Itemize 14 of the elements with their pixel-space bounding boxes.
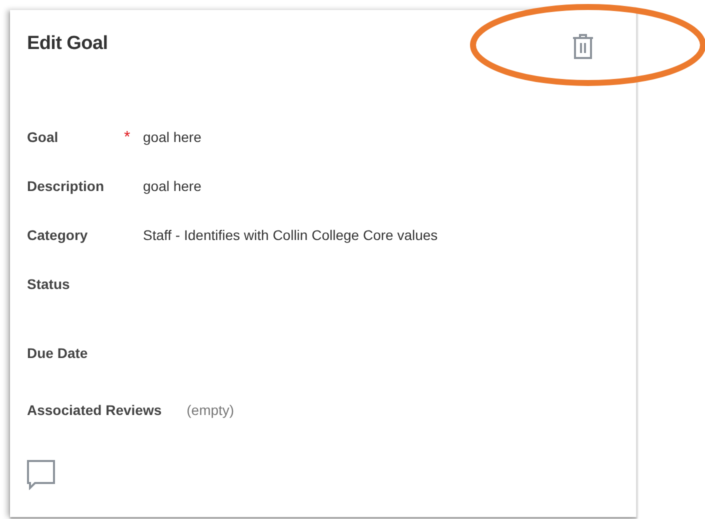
field-label: Description — [27, 177, 106, 196]
field-value: Staff - Identifies with Collin College Core values — [143, 226, 438, 245]
field-value: goal here — [143, 128, 202, 147]
dialog-title: Edit Goal — [27, 32, 108, 56]
comment-icon[interactable] — [27, 460, 55, 490]
field-label: Goal — [27, 128, 60, 147]
empty-value: (empty) — [186, 401, 234, 420]
field-value: goal here — [143, 177, 202, 196]
required-marker: * — [124, 129, 130, 146]
field-label: Status — [27, 275, 71, 294]
field-label: Category — [27, 226, 89, 245]
field-label: Associated Reviews — [27, 401, 162, 420]
field-label: Due Date — [27, 344, 89, 363]
delete-icon[interactable] — [572, 34, 594, 59]
